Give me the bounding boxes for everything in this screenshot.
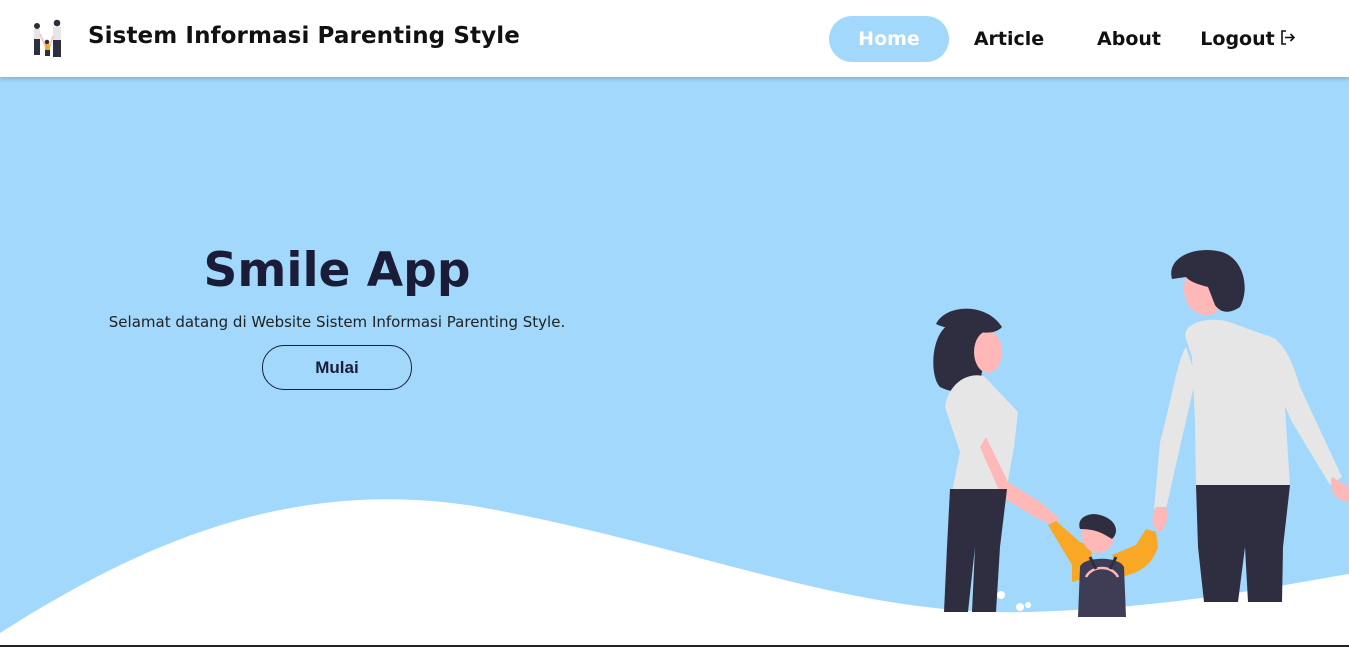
nav-home[interactable]: Home [829,16,949,62]
hero-section: Smile App Selamat datang di Website Sist… [0,77,1349,645]
navbar: Sistem Informasi Parenting Style Home Ar… [0,0,1349,77]
family-walking-illustration [933,250,1349,617]
nav-logout[interactable]: Logout [1196,16,1300,62]
brand-title[interactable]: Sistem Informasi Parenting Style [88,23,520,49]
nav-logout-label: Logout [1200,28,1275,50]
nav-about[interactable]: About [1082,16,1176,62]
logout-arrow-icon [1280,30,1295,45]
family-logo-icon[interactable] [30,18,70,60]
nav-article[interactable]: Article [960,16,1058,62]
